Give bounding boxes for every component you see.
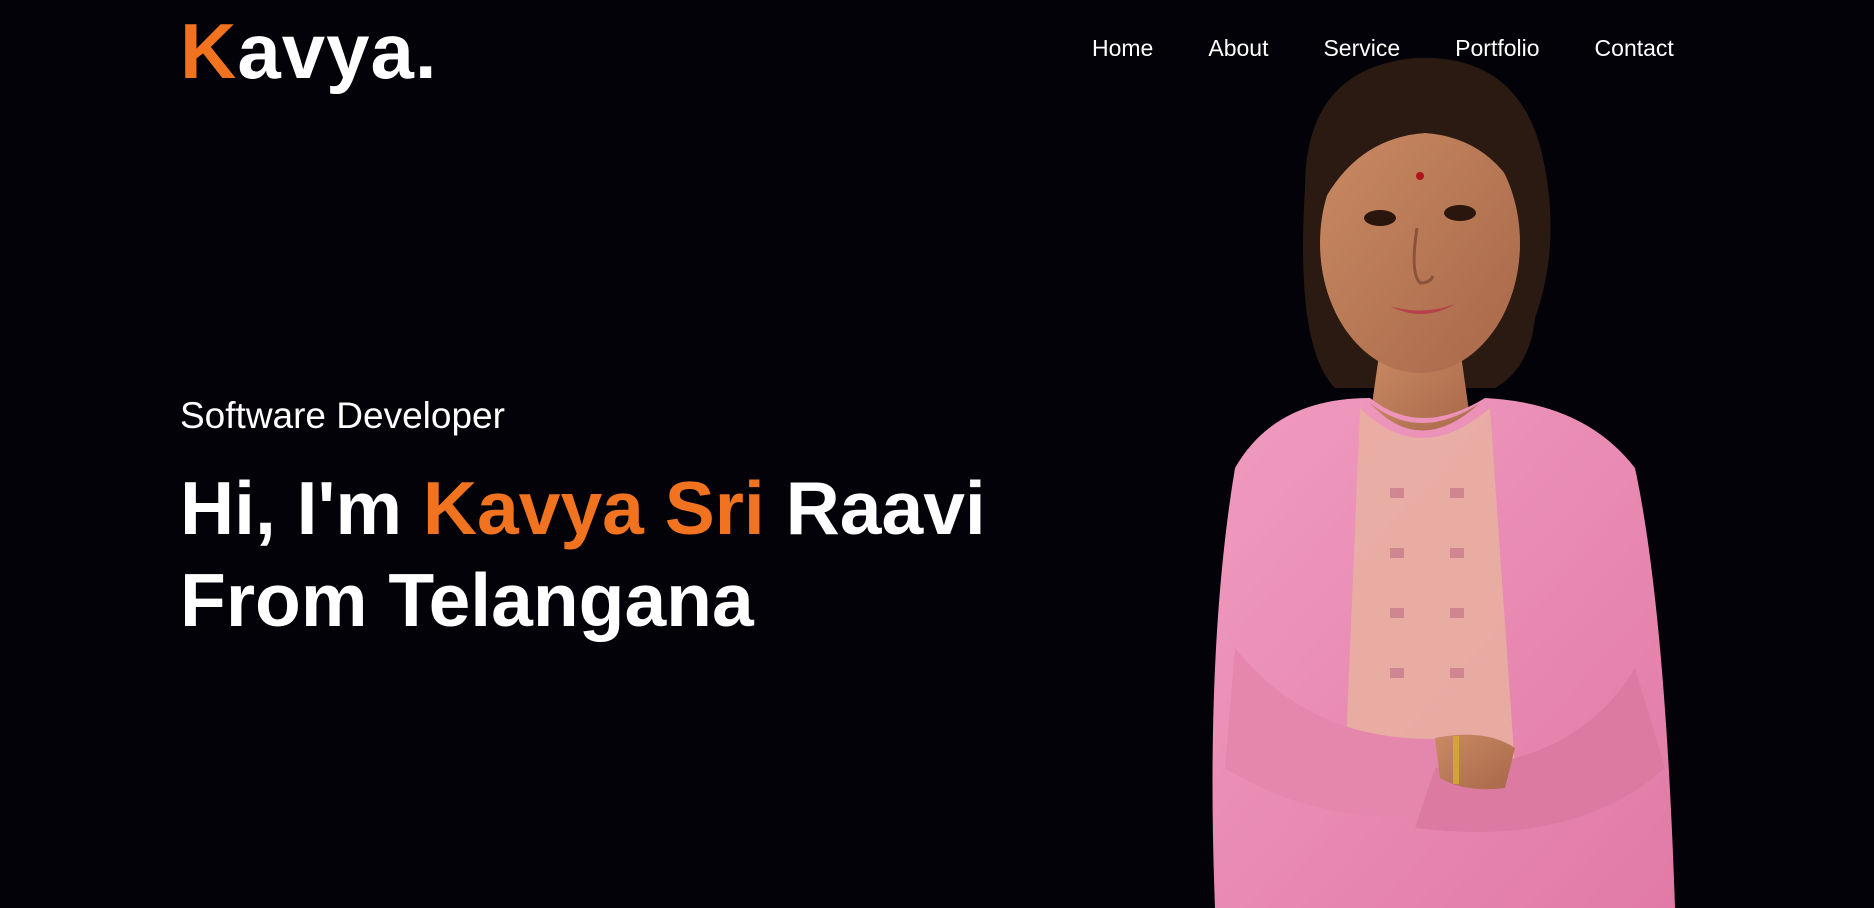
nav-portfolio[interactable]: Portfolio: [1455, 32, 1539, 64]
nav-about[interactable]: About: [1208, 32, 1268, 64]
headline-line-2: From Telangana: [180, 558, 754, 642]
portrait-image: [1212, 57, 1675, 908]
headline-name: Kavya Sri: [422, 466, 765, 550]
hero-subtitle: Software Developer: [180, 395, 505, 436]
nav-contact[interactable]: Contact: [1595, 32, 1674, 64]
nav-home[interactable]: Home: [1092, 32, 1153, 64]
nav-service[interactable]: Service: [1323, 32, 1400, 64]
logo-initial: K: [180, 7, 238, 95]
headline-prefix: Hi, I'm: [180, 466, 423, 550]
logo-text: avya.: [237, 7, 438, 95]
headline-surname: Raavi: [764, 466, 986, 550]
headline-line-1: Hi, I'm Kavya Sri Raavi: [180, 462, 986, 554]
hero-headline: Hi, I'm Kavya Sri Raavi From Telangana: [180, 462, 986, 646]
site-logo[interactable]: Kavya.: [180, 6, 438, 96]
